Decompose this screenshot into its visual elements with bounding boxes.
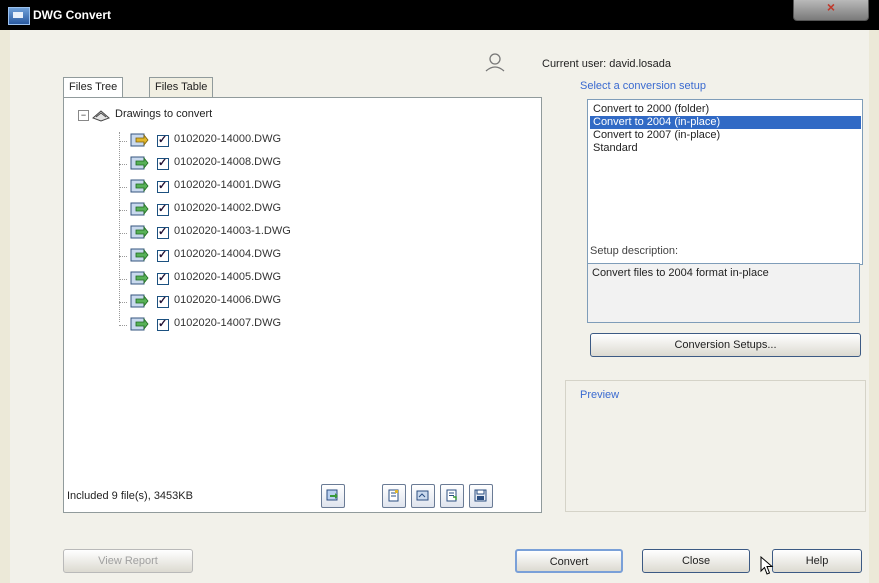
drawings-folder-icon <box>92 110 110 122</box>
tree-root-label: Drawings to convert <box>115 108 213 120</box>
dwg-file-icon <box>130 317 149 331</box>
user-icon <box>485 53 505 72</box>
included-files-status: Included 9 file(s), 3453KB <box>67 490 193 502</box>
report-list-button[interactable] <box>440 484 464 508</box>
dwg-file-icon <box>130 133 149 147</box>
dwg-file-icon <box>130 225 149 239</box>
file-name: 0102020-14002.DWG <box>174 202 282 214</box>
dwg-file-icon <box>130 271 149 285</box>
file-name: 0102020-14007.DWG <box>174 317 282 329</box>
file-name: 0102020-14005.DWG <box>174 271 282 283</box>
file-checkbox[interactable] <box>157 248 169 262</box>
close-button[interactable]: Close <box>642 549 750 573</box>
tab-files-table[interactable]: Files Table <box>149 77 214 98</box>
save-list-button[interactable] <box>469 484 493 508</box>
window-title: DWG Convert <box>33 8 111 22</box>
file-name: 0102020-14006.DWG <box>174 294 282 306</box>
convert-button[interactable]: Convert <box>515 549 623 573</box>
dwg-file-icon <box>130 179 149 193</box>
dwg-file-icon <box>130 202 149 216</box>
open-drawing-icon <box>416 490 429 501</box>
file-properties-icon <box>388 489 399 502</box>
select-setup-label: Select a conversion setup <box>580 80 706 92</box>
preview-panel: Preview <box>565 380 866 512</box>
current-user-label: Current user: david.losada <box>542 58 672 70</box>
file-properties-button[interactable] <box>382 484 406 508</box>
mouse-cursor-icon <box>760 556 774 575</box>
file-name: 0102020-14003-1.DWG <box>174 225 291 237</box>
file-checkbox[interactable] <box>157 202 169 216</box>
preview-label: Preview <box>580 389 620 401</box>
file-name: 0102020-14008.DWG <box>174 156 282 168</box>
file-checkbox[interactable] <box>157 179 169 193</box>
close-icon: × <box>826 0 836 15</box>
setup-option-selected[interactable]: Convert to 2004 (in-place) <box>590 116 861 129</box>
title-bar: DWG Convert × <box>0 0 879 30</box>
file-checkbox[interactable] <box>157 294 169 308</box>
file-name: 0102020-14004.DWG <box>174 248 282 260</box>
file-checkbox[interactable] <box>157 317 169 331</box>
file-checkbox[interactable] <box>157 156 169 170</box>
setup-description-box: Convert files to 2004 format in-place <box>587 263 860 323</box>
report-list-icon <box>446 489 457 502</box>
save-list-icon <box>474 489 487 502</box>
file-checkbox[interactable] <box>157 225 169 239</box>
file-name: 0102020-14000.DWG <box>174 133 282 145</box>
help-button[interactable]: Help <box>772 549 862 573</box>
setup-option[interactable]: Convert to 2000 (folder) <box>590 103 861 116</box>
collapse-icon[interactable]: − <box>78 110 89 121</box>
dwg-convert-app-icon <box>8 7 30 25</box>
conversion-setup-list[interactable]: Convert to 2000 (folder) Convert to 2004… <box>587 99 863 265</box>
dwg-file-icon <box>130 156 149 170</box>
file-checkbox[interactable] <box>157 271 169 285</box>
open-drawing-button[interactable] <box>411 484 435 508</box>
file-name: 0102020-14001.DWG <box>174 179 282 191</box>
dwg-file-icon <box>130 294 149 308</box>
setup-option[interactable]: Convert to 2007 (in-place) <box>590 129 861 142</box>
files-tree-panel: − Drawings to convert 0102020-14000.DWG … <box>63 97 542 513</box>
setup-description-label: Setup description: <box>590 245 679 257</box>
file-checkbox[interactable] <box>157 133 169 147</box>
add-files-icon <box>326 489 338 501</box>
tree-connector <box>119 132 121 322</box>
add-files-button[interactable] <box>321 484 345 508</box>
view-report-button[interactable]: View Report <box>63 549 193 573</box>
conversion-setups-button[interactable]: Conversion Setups... <box>590 333 861 357</box>
setup-option[interactable]: Standard <box>590 142 861 155</box>
window-close-button[interactable]: × <box>793 0 869 21</box>
dwg-file-icon <box>130 248 149 262</box>
tab-files-tree[interactable]: Files Tree <box>63 77 124 99</box>
